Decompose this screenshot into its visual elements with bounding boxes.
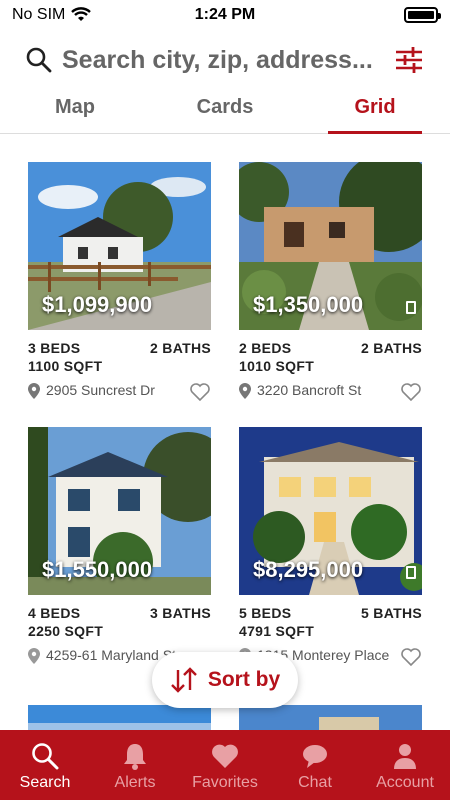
- person-icon: [394, 744, 416, 769]
- listing-address: 2905 Suncrest Dr: [46, 382, 155, 398]
- listing-specs: 5 BEDS 5 BATHS: [239, 605, 422, 621]
- tabbar-item-alerts[interactable]: Alerts: [90, 730, 180, 800]
- tab-cards[interactable]: Cards: [150, 90, 300, 133]
- listing-beds: 5 BEDS: [239, 605, 292, 621]
- sort-by-button[interactable]: Sort by: [152, 652, 298, 708]
- listing-baths: 3 BATHS: [150, 605, 211, 621]
- sort-by-label: Sort by: [207, 668, 281, 691]
- tabbar-item-favorites[interactable]: Favorites: [180, 730, 270, 800]
- location-pin-icon: [239, 383, 251, 399]
- listing-card[interactable]: $1,350,000 2 BEDS 2 BATHS 1010 SQFT 3220…: [239, 162, 422, 402]
- listing-address-row: 3220 Bancroft St: [239, 382, 422, 402]
- listing-price: $8,295,000: [253, 557, 364, 582]
- tabbar-item-chat[interactable]: Chat: [270, 730, 360, 800]
- listing-photo[interactable]: $1,099,900: [28, 162, 211, 330]
- search-input[interactable]: Search city, zip, address...: [62, 46, 386, 75]
- listing-sqft: 1100 SQFT: [28, 358, 103, 374]
- listing-price: $1,550,000: [42, 557, 153, 582]
- tabbar-label: Favorites: [192, 774, 258, 791]
- listing-baths: 2 BATHS: [150, 340, 211, 356]
- tabbar-label: Search: [19, 774, 71, 791]
- listing-card[interactable]: $1,550,000 4 BEDS 3 BATHS 2250 SQFT 4259…: [28, 427, 211, 664]
- listing-price: $1,099,900: [42, 292, 153, 317]
- document-icon: [406, 301, 416, 314]
- listing-photo[interactable]: $1,350,000: [239, 162, 422, 330]
- listing-baths: 2 BATHS: [361, 340, 422, 356]
- listing-specs: 3 BEDS 2 BATHS: [28, 340, 211, 356]
- chat-bubble-icon: [303, 745, 327, 768]
- search-bar[interactable]: Search city, zip, address...: [0, 36, 450, 84]
- sort-arrows-icon: [170, 667, 197, 693]
- status-left: No SIM: [12, 6, 92, 24]
- search-icon: [32, 743, 59, 770]
- listing-specs: 2 BEDS 2 BATHS: [239, 340, 422, 356]
- listing-baths: 5 BATHS: [361, 605, 422, 621]
- listing-sqft: 4791 SQFT: [239, 623, 315, 639]
- bottom-tab-bar: Search Alerts Favorites Chat Account: [0, 730, 450, 800]
- status-time: 1:24 PM: [194, 6, 256, 23]
- listing-beds: 3 BEDS: [28, 340, 81, 356]
- status-bar: No SIM 1:24 PM: [0, 0, 450, 30]
- listing-address: 3220 Bancroft St: [257, 382, 362, 398]
- tabbar-label: Chat: [298, 774, 332, 791]
- document-icon: [406, 566, 416, 579]
- listing-price: $1,350,000: [253, 292, 364, 317]
- favorite-heart-icon[interactable]: [400, 382, 422, 402]
- tab-grid[interactable]: Grid: [300, 90, 450, 134]
- bell-icon: [124, 744, 146, 770]
- battery-icon: [404, 7, 441, 23]
- tab-map[interactable]: Map: [0, 90, 150, 133]
- filter-sliders-icon[interactable]: [394, 45, 424, 75]
- listing-beds: 2 BEDS: [239, 340, 292, 356]
- wifi-icon: [71, 7, 92, 21]
- carrier-label: No SIM: [12, 6, 66, 23]
- listing-beds: 4 BEDS: [28, 605, 81, 621]
- heart-icon: [212, 744, 238, 768]
- listing-specs: 4 BEDS 3 BATHS: [28, 605, 211, 621]
- location-pin-icon: [28, 383, 40, 399]
- listing-card[interactable]: $8,295,000 5 BEDS 5 BATHS 4791 SQFT 1315…: [239, 427, 422, 667]
- listing-sqft: 2250 SQFT: [28, 623, 104, 639]
- search-icon: [26, 47, 52, 73]
- tabbar-item-search[interactable]: Search: [0, 730, 90, 800]
- favorite-heart-icon[interactable]: [189, 382, 211, 402]
- view-tabs: Map Cards Grid: [0, 90, 450, 134]
- favorite-heart-icon[interactable]: [400, 647, 422, 667]
- tabbar-label: Account: [376, 774, 434, 791]
- listing-photo[interactable]: $1,550,000: [28, 427, 211, 595]
- listing-photo[interactable]: $8,295,000: [239, 427, 422, 595]
- listing-sqft: 1010 SQFT: [239, 358, 315, 374]
- listing-card[interactable]: $1,099,900 3 BEDS 2 BATHS 1100 SQFT 2905…: [28, 162, 211, 402]
- tabbar-item-account[interactable]: Account: [360, 730, 450, 800]
- location-pin-icon: [28, 648, 40, 664]
- listing-address-row: 2905 Suncrest Dr: [28, 382, 211, 402]
- tabbar-label: Alerts: [114, 774, 156, 791]
